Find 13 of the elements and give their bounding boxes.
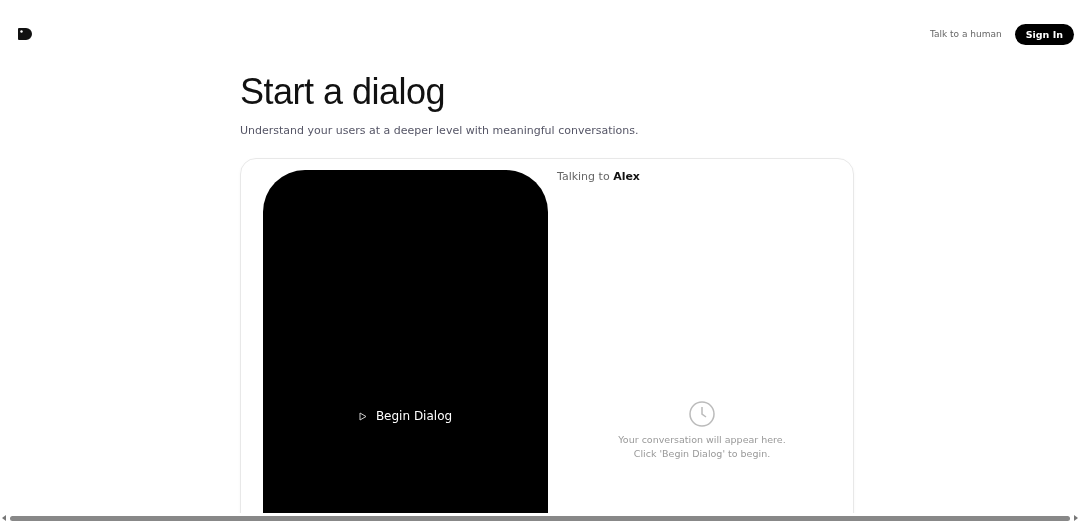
scroll-right-icon[interactable] — [1074, 515, 1078, 521]
logo-icon[interactable] — [18, 28, 32, 40]
scroll-left-icon[interactable] — [2, 515, 6, 521]
play-icon — [358, 411, 367, 421]
clock-icon — [689, 401, 715, 427]
talking-to-label: Talking to Alex — [557, 170, 641, 183]
page-title: Start a dialog — [240, 70, 447, 114]
empty-state-text: Your conversation will appear here. Click 'Begin Dialog' to begin. — [618, 433, 786, 461]
nav-link[interactable]: Talk to a human — [929, 29, 1002, 39]
scrollbar-thumb[interactable] — [10, 515, 1070, 521]
sign-in-button[interactable]: Sign In — [1014, 23, 1074, 45]
begin-dialog-button[interactable]: Begin Dialog — [358, 406, 453, 426]
page-subtitle: Understand your users at a deeper level with meaningful conversations. — [240, 124, 640, 137]
